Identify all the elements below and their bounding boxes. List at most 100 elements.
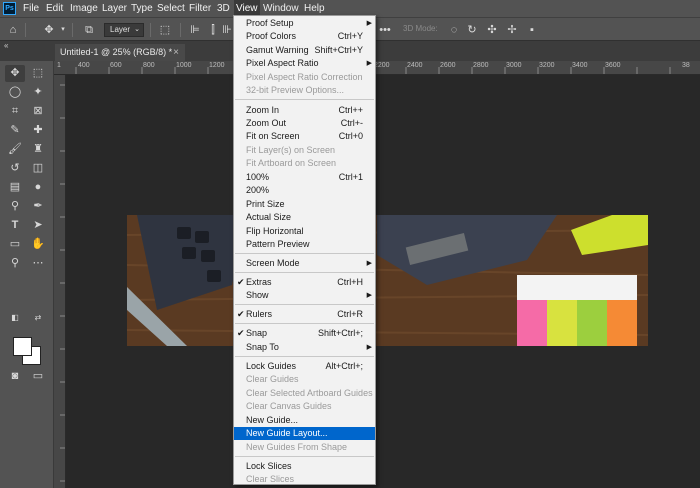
menu-item-gamut-warning[interactable]: Gamut Warning Shift+Ctrl+Y — [234, 44, 375, 57]
screen-mode-icon[interactable]: ▭ — [28, 368, 48, 385]
menu-image[interactable]: Image — [68, 0, 100, 17]
menu-item-new-guide-layout[interactable]: New Guide Layout... — [234, 427, 375, 440]
menu-item-snap[interactable]: ✔ Snap Shift+Ctrl+; — [234, 327, 375, 340]
brush-tool-icon[interactable]: 🖌 — [5, 141, 25, 158]
menu-item-zoom-in[interactable]: Zoom In Ctrl++ — [234, 104, 375, 117]
menu-item-lock-slices[interactable]: Lock Slices — [234, 460, 375, 473]
blur-tool-icon[interactable]: ● — [28, 179, 48, 196]
menu-layer[interactable]: Layer — [100, 0, 129, 17]
menu-item-proof-setup[interactable]: Proof Setup ▶ — [234, 17, 375, 30]
swap-colors-icon[interactable]: ⇄ — [28, 309, 48, 326]
menu-item-zoom-out[interactable]: Zoom Out Ctrl+- — [234, 117, 375, 130]
menu-item-show[interactable]: Show ▶ — [234, 289, 375, 302]
quick-mask-icon[interactable]: ◙ — [5, 368, 25, 385]
horizontal-ruler[interactable]: 1 400 600 800 1000 1200 1400 1600 1800 2… — [54, 61, 700, 75]
canvas-area[interactable] — [66, 75, 700, 488]
dodge-tool-icon[interactable]: ⚲ — [5, 198, 25, 215]
hand-tool-icon[interactable]: ✋ — [28, 236, 48, 253]
menu-separator — [235, 456, 374, 457]
pen-tool-icon[interactable]: ✒ — [28, 198, 48, 215]
default-colors-icon[interactable]: ◧ — [5, 309, 25, 326]
eraser-icon[interactable]: ◫ — [28, 160, 48, 177]
checkmark-icon: ✔ — [237, 277, 245, 287]
3d-roll-icon[interactable]: ↻ — [465, 23, 479, 37]
collapse-panel-icon[interactable]: « — [4, 41, 8, 50]
menu-item-extras[interactable]: ✔ Extras Ctrl+H — [234, 276, 375, 289]
frame-tool-icon[interactable]: ⊠ — [28, 103, 48, 120]
menu-item-100-percent[interactable]: 100% Ctrl+1 — [234, 171, 375, 184]
clone-stamp-icon[interactable]: ♜ — [28, 141, 48, 158]
marquee-tool-icon[interactable]: ⬚ — [28, 65, 48, 82]
menu-3d[interactable]: 3D — [215, 0, 232, 17]
zoom-tool-icon[interactable]: ⚲ — [5, 255, 25, 272]
vertical-ruler[interactable] — [54, 75, 66, 488]
menu-item-32bit-preview-options[interactable]: 32-bit Preview Options... — [234, 84, 375, 97]
submenu-arrow-icon: ▶ — [366, 60, 372, 67]
menu-edit[interactable]: Edit — [44, 0, 65, 17]
menu-item-clear-slices[interactable]: Clear Slices — [234, 473, 375, 486]
crop-tool-icon[interactable]: ⌗ — [5, 103, 25, 120]
align-center-icon[interactable]: ⫿ — [206, 23, 220, 37]
menu-item-new-guides-from-shape[interactable]: New Guides From Shape — [234, 441, 375, 454]
path-selection-icon[interactable]: ➤ — [28, 217, 48, 234]
type-tool-icon[interactable]: T — [5, 217, 25, 234]
divider — [72, 23, 73, 37]
more-tools-icon[interactable]: ⋯ — [28, 255, 48, 272]
menu-item-clear-selected-artboard-guides[interactable]: Clear Selected Artboard Guides — [234, 387, 375, 400]
rectangle-tool-icon[interactable]: ▭ — [5, 236, 25, 253]
3d-orbit-icon[interactable]: ◌ — [447, 23, 461, 37]
menu-item-lock-guides[interactable]: Lock Guides Alt+Ctrl+; — [234, 360, 375, 373]
chevron-down-icon[interactable]: ▾ — [56, 23, 70, 37]
3d-slide-icon[interactable]: ✢ — [505, 23, 519, 37]
menu-item-proof-colors[interactable]: Proof Colors Ctrl+Y — [234, 30, 375, 43]
menu-item-print-size[interactable]: Print Size — [234, 198, 375, 211]
menu-item-pixel-aspect-ratio[interactable]: Pixel Aspect Ratio ▶ — [234, 57, 375, 70]
menu-item-flip-horizontal[interactable]: Flip Horizontal — [234, 225, 375, 238]
ruler-ticks — [75, 67, 671, 74]
submenu-arrow-icon: ▶ — [366, 292, 372, 299]
menu-filter[interactable]: Filter — [187, 0, 213, 17]
3d-pan-icon[interactable]: ✣ — [485, 23, 499, 37]
close-icon[interactable]: × — [173, 44, 179, 61]
menu-type[interactable]: Type — [129, 0, 155, 17]
align-left-icon[interactable]: ⊫ — [188, 23, 202, 37]
menu-item-clear-guides[interactable]: Clear Guides — [234, 373, 375, 386]
align-right-icon[interactable]: ⊪ — [220, 23, 234, 37]
divider — [150, 23, 151, 37]
foreground-color-swatch[interactable] — [13, 337, 32, 356]
document-tab[interactable]: Untitled-1 @ 25% (RGB/8) * × — [55, 44, 185, 61]
menu-item-200-percent[interactable]: 200% — [234, 184, 375, 197]
more-options-icon[interactable]: ••• — [378, 23, 392, 37]
menu-select[interactable]: Select — [155, 0, 187, 17]
gradient-tool-icon[interactable]: ▤ — [5, 179, 25, 196]
menu-item-screen-mode[interactable]: Screen Mode ▶ — [234, 257, 375, 270]
menu-item-actual-size[interactable]: Actual Size — [234, 211, 375, 224]
menu-separator — [235, 356, 374, 357]
lasso-tool-icon[interactable]: ◯ — [5, 84, 25, 101]
menu-item-clear-canvas-guides[interactable]: Clear Canvas Guides — [234, 400, 375, 413]
auto-select-icon[interactable]: ⧉ — [82, 23, 96, 37]
move-tool-icon[interactable]: ✥ — [5, 65, 25, 82]
menu-item-fit-on-screen[interactable]: Fit on Screen Ctrl+0 — [234, 130, 375, 143]
menu-item-fit-artboard-on-screen[interactable]: Fit Artboard on Screen — [234, 157, 375, 170]
eyedropper-icon[interactable]: ✎ — [5, 122, 25, 139]
document-image[interactable] — [127, 215, 648, 346]
menu-item-snap-to[interactable]: Snap To ▶ — [234, 341, 375, 354]
healing-brush-icon[interactable]: ✚ — [28, 122, 48, 139]
menu-item-new-guide[interactable]: New Guide... — [234, 414, 375, 427]
move-tool-icon[interactable]: ✥ — [42, 23, 56, 37]
home-icon[interactable]: ⌂ — [6, 23, 20, 37]
checkmark-icon: ✔ — [237, 309, 245, 319]
menu-file[interactable]: File — [21, 0, 41, 17]
menu-item-pattern-preview[interactable]: Pattern Preview — [234, 238, 375, 251]
menu-item-fit-layers-on-screen[interactable]: Fit Layer(s) on Screen — [234, 144, 375, 157]
menu-item-pixel-aspect-ratio-correction[interactable]: Pixel Aspect Ratio Correction — [234, 71, 375, 84]
3d-scale-icon[interactable]: ▪ — [525, 23, 539, 37]
magic-wand-icon[interactable]: ✦ — [28, 84, 48, 101]
dropdown-value: Layer — [110, 25, 131, 34]
history-brush-icon[interactable]: ↺ — [5, 160, 25, 177]
divider — [25, 23, 26, 37]
menu-item-rulers[interactable]: ✔ Rulers Ctrl+R — [234, 308, 375, 321]
transform-controls-icon[interactable]: ⬚ — [158, 23, 172, 37]
auto-select-target-dropdown[interactable]: Layer ⌄ — [104, 23, 144, 37]
